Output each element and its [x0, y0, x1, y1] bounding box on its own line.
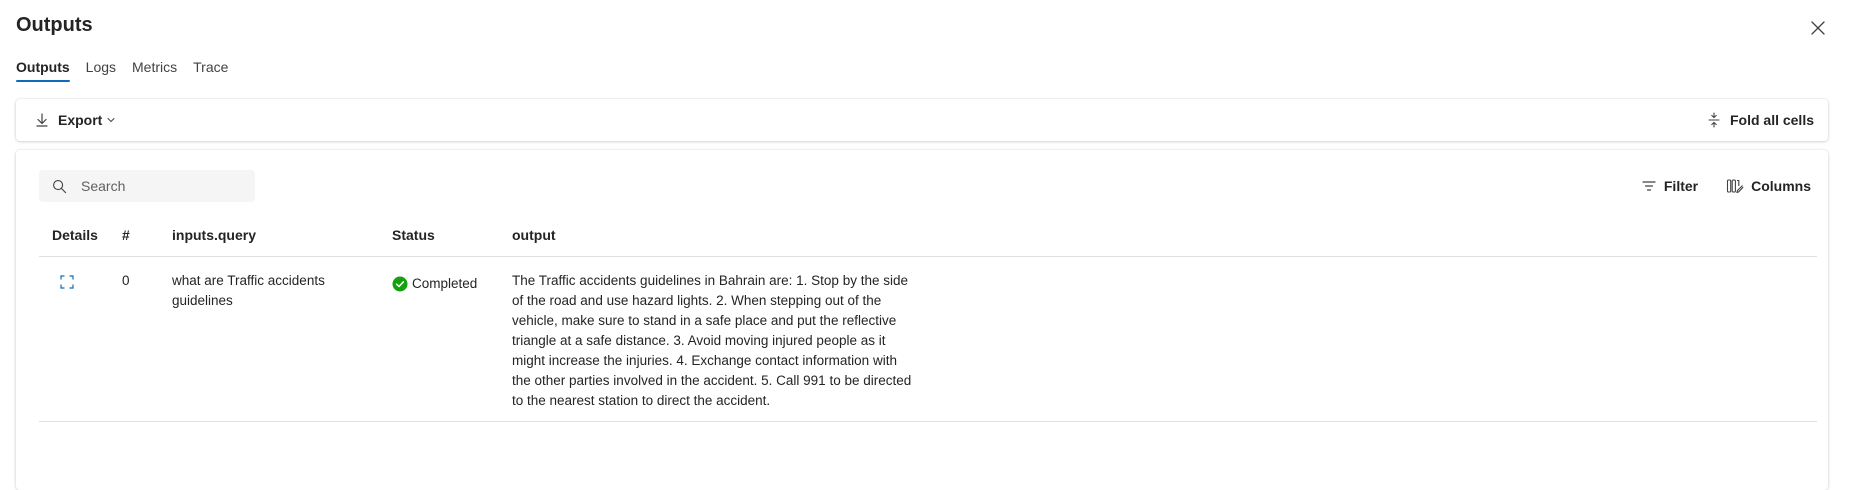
tab-trace[interactable]: Trace — [193, 55, 228, 82]
fold-icon — [1708, 112, 1720, 128]
search-box[interactable] — [39, 170, 255, 202]
query-cell: what are Traffic accidents guidelines — [172, 256, 392, 422]
download-icon — [36, 113, 48, 127]
details-cell — [39, 256, 122, 422]
columns-edit-icon — [1727, 179, 1744, 194]
search-input[interactable] — [79, 177, 243, 195]
status-badge: Completed — [392, 274, 512, 294]
table-header-row: Details # inputs.query Status output — [39, 214, 1817, 257]
export-label: Export — [58, 112, 103, 128]
row-index: 0 — [122, 256, 172, 422]
checkmark-circle-icon — [392, 276, 408, 292]
filter-label: Filter — [1663, 178, 1699, 194]
status-cell: Completed — [392, 256, 512, 422]
close-icon — [1811, 21, 1825, 35]
filter-button[interactable]: Filter — [1641, 178, 1698, 194]
fold-label: Fold all cells — [1729, 112, 1814, 128]
filter-icon — [1642, 181, 1656, 191]
columns-label: Columns — [1751, 178, 1811, 194]
chevron-down-icon — [107, 118, 115, 123]
export-button[interactable]: Export — [34, 99, 116, 141]
search-icon — [53, 179, 67, 193]
tab-list: Outputs Logs Metrics Trace — [16, 55, 244, 82]
tab-logs[interactable]: Logs — [86, 55, 116, 82]
tab-outputs[interactable]: Outputs — [16, 55, 70, 82]
page-title: Outputs — [16, 14, 93, 36]
column-header-index[interactable]: # — [122, 214, 172, 257]
close-button[interactable] — [1806, 16, 1830, 40]
results-table: Details # inputs.query Status output 0 w… — [39, 214, 1817, 422]
column-header-query[interactable]: inputs.query — [172, 214, 392, 257]
tab-metrics[interactable]: Metrics — [132, 55, 177, 82]
columns-button[interactable]: Columns — [1726, 178, 1811, 194]
table-row[interactable]: 0 what are Traffic accidents guidelines … — [39, 256, 1817, 422]
column-header-status[interactable]: Status — [392, 214, 512, 257]
output-cell: The Traffic accidents guidelines in Bahr… — [512, 256, 912, 422]
column-header-spacer — [912, 214, 1817, 257]
column-header-details[interactable]: Details — [39, 214, 122, 257]
row-spacer — [912, 256, 1817, 422]
toolbar: Export Fold all cells — [16, 99, 1828, 141]
status-label: Completed — [412, 276, 478, 291]
results-panel: Filter Columns Details # inputs.query St… — [16, 150, 1828, 490]
expand-details-icon[interactable] — [60, 275, 74, 295]
fold-all-cells-button[interactable]: Fold all cells — [1706, 99, 1814, 141]
column-header-output[interactable]: output — [512, 214, 912, 257]
